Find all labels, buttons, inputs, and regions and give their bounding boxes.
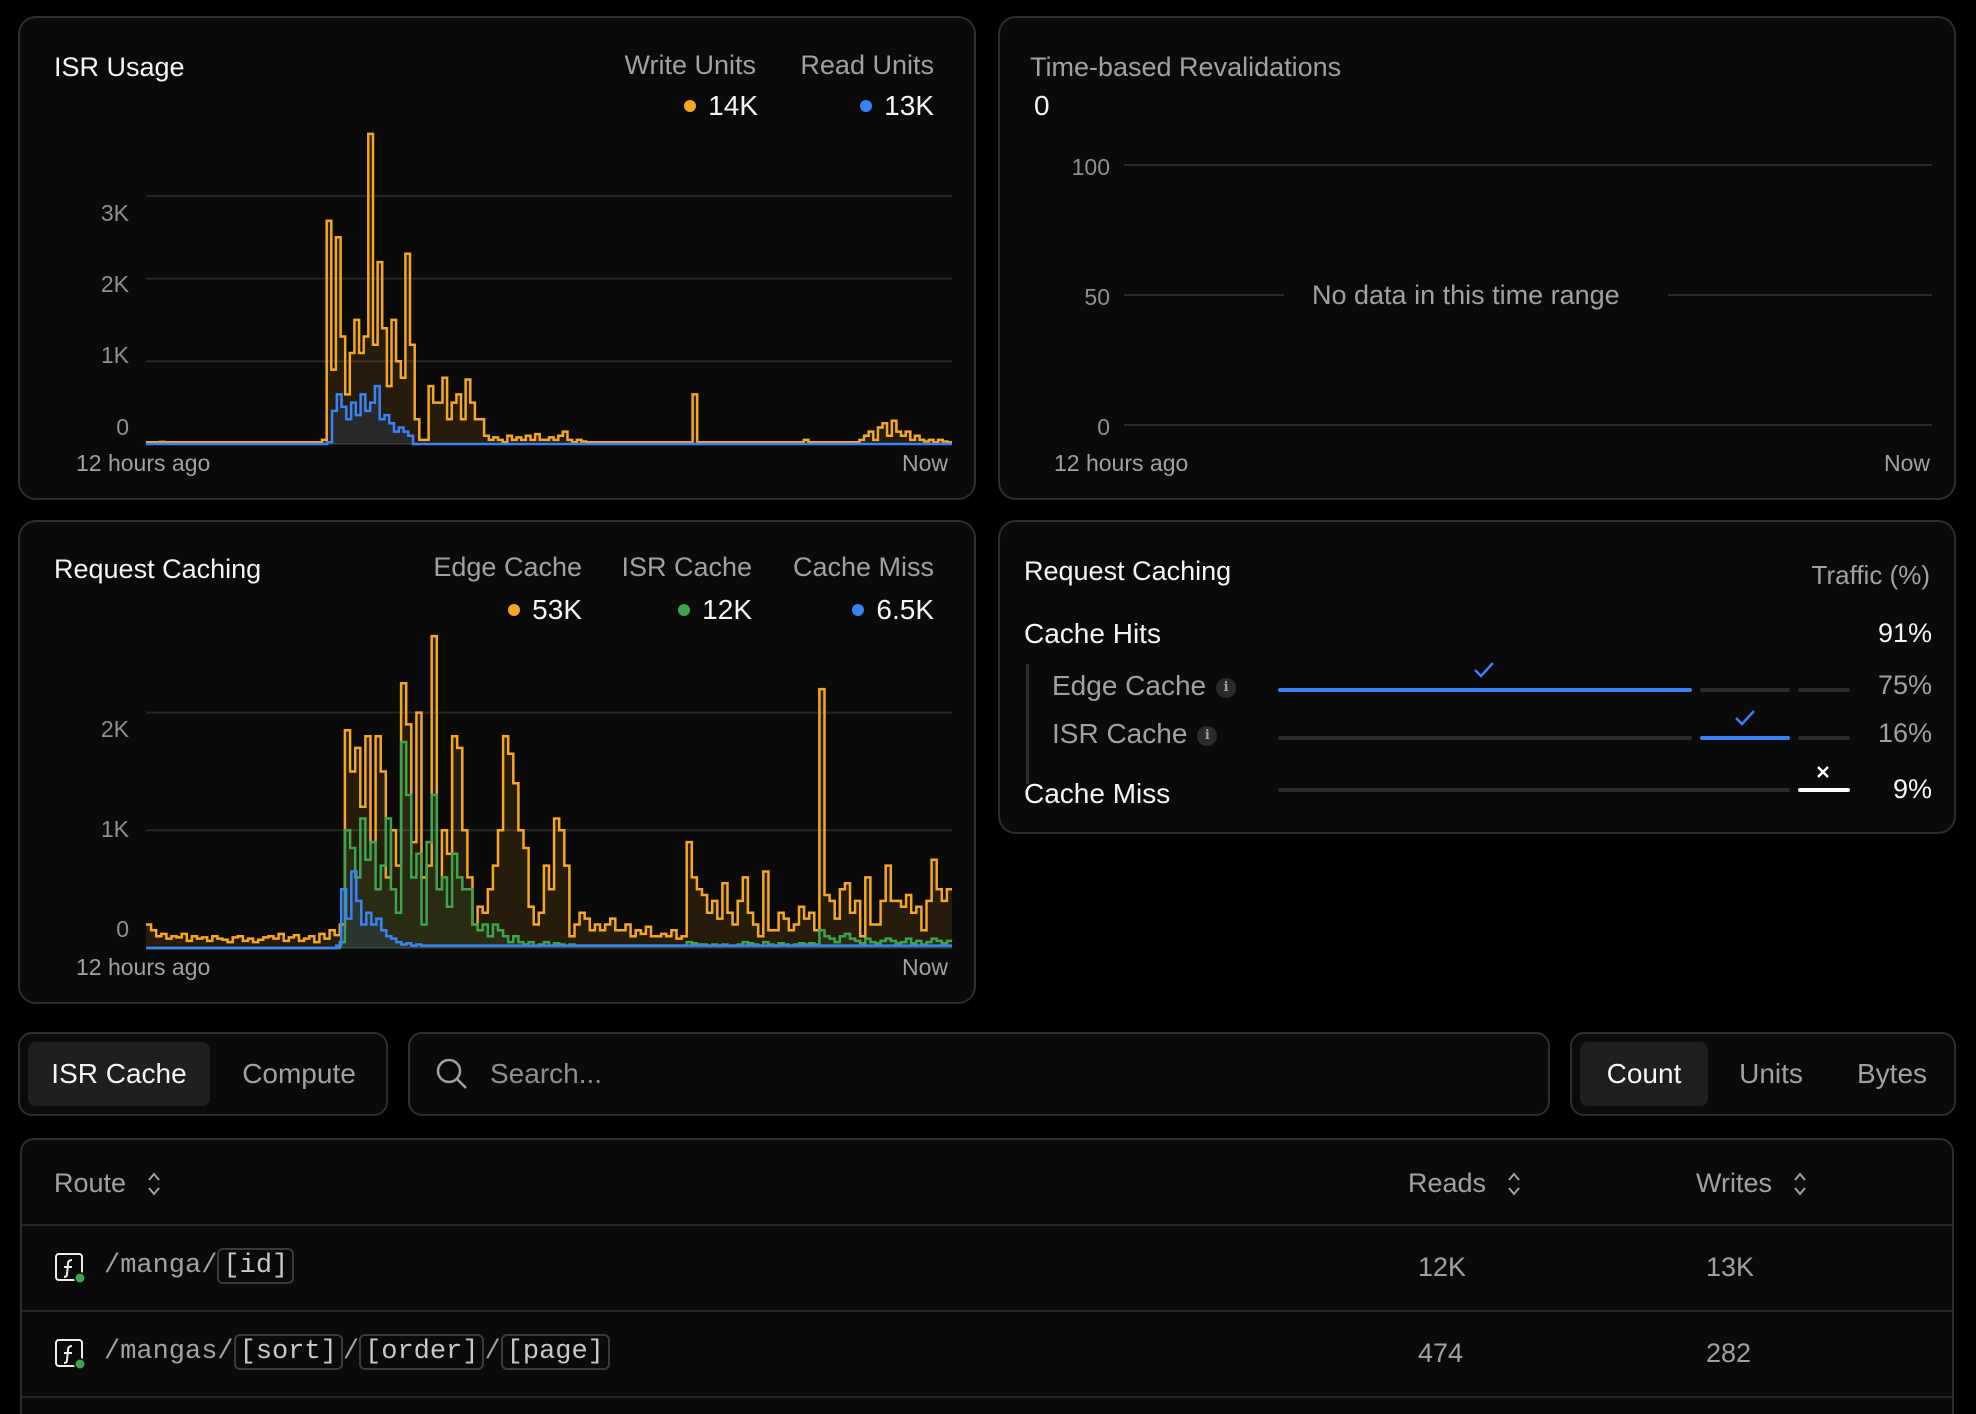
x-label-start: 12 hours ago	[1054, 450, 1189, 476]
table-row[interactable]: /mangas/ [sort] / [order] / [page] 474 2…	[22, 1312, 1952, 1396]
traffic-column-label: Traffic (%)	[1811, 560, 1930, 590]
search-input[interactable]	[490, 1034, 1290, 1114]
legend-cache-miss-label: Cache Miss	[792, 552, 934, 582]
info-icon[interactable]: i	[1197, 725, 1218, 746]
series-area-write-units	[146, 133, 952, 444]
x-label-end: Now	[901, 954, 948, 980]
cache-miss-dot-icon	[852, 604, 865, 616]
column-header-reads[interactable]: Reads	[1408, 1168, 1522, 1199]
x-label-end: Now	[1883, 450, 1930, 476]
series-area-read-units	[146, 386, 952, 444]
info-icon[interactable]: i	[1216, 677, 1237, 698]
grid-line-bottom	[1124, 424, 1932, 426]
x-label-start: 12 hours ago	[76, 954, 211, 980]
legend-isr-cache-label: ISR Cache	[621, 552, 752, 582]
empty-state-text: No data in this time range	[1312, 280, 1620, 310]
tab-isr-cache[interactable]: ISR Cache	[28, 1042, 210, 1106]
y-tick-0: 0	[116, 916, 129, 942]
isr-usage-card: ISR Usage Write Units 14K Read Units 13K…	[18, 16, 976, 500]
function-icon	[55, 1339, 86, 1370]
isr-usage-chart	[146, 132, 952, 446]
column-header-writes[interactable]: Writes	[1696, 1168, 1808, 1199]
isr-cache-pct: 16%	[1877, 718, 1932, 748]
grid-line-top	[1124, 164, 1932, 166]
metric-toggle: Count Units Bytes	[1570, 1032, 1956, 1116]
cache-hits-pct: 91%	[1877, 618, 1932, 648]
cache-miss-bar	[1798, 788, 1850, 792]
legend-edge-cache-label: Edge Cache	[433, 552, 582, 582]
search-icon	[436, 1058, 467, 1089]
x-label-end: Now	[901, 450, 948, 476]
sort-icon[interactable]	[1506, 1170, 1522, 1198]
column-header-route[interactable]: Route	[54, 1168, 162, 1199]
writes-cell: 282	[1706, 1338, 1752, 1368]
edge-cache-track-a	[1700, 688, 1790, 692]
row-divider	[22, 1396, 1952, 1398]
y-tick-1k: 1K	[100, 816, 129, 842]
isr-cache-track-a	[1278, 736, 1692, 740]
route-path[interactable]: /mangas/ [sort] / [order] / [page]	[104, 1334, 610, 1370]
request-caching-chart	[146, 634, 952, 950]
revalidations-title: Time-based Revalidations	[1030, 52, 1342, 82]
revalidations-card: Time-based Revalidations 0 100 50 0 No d…	[998, 16, 1956, 500]
cache-miss-pct: 9%	[1892, 774, 1932, 804]
function-icon	[55, 1253, 86, 1284]
edge-cache-label[interactable]: Edge Cache i	[1052, 670, 1237, 702]
isr-usage-title: ISR Usage	[54, 52, 185, 82]
y-tick-100: 100	[1071, 154, 1110, 180]
y-tick-3k: 3K	[100, 200, 129, 226]
request-caching-breakdown-card: Request Caching Traffic (%) Cache Hits 9…	[998, 520, 1956, 834]
tab-units[interactable]: Units	[1716, 1042, 1826, 1106]
isr-cache-check-icon	[1735, 710, 1755, 726]
series-line-read-units	[146, 384, 952, 446]
cache-miss-track	[1278, 788, 1790, 792]
route-path[interactable]: /manga/ [id]	[104, 1248, 295, 1284]
revalidations-value: 0	[1034, 90, 1050, 121]
tab-bytes[interactable]: Bytes	[1834, 1042, 1950, 1106]
cache-miss-label: Cache Miss	[1024, 778, 1171, 809]
routes-table: Route Reads Writes /manga/ [id] 12K 13K …	[20, 1138, 1954, 1414]
edge-cache-track-b	[1798, 688, 1850, 692]
search-box[interactable]	[408, 1032, 1550, 1116]
x-label-start: 12 hours ago	[76, 450, 211, 476]
series-line-write-units	[146, 132, 952, 444]
writes-cell: 13K	[1706, 1252, 1755, 1282]
table-row[interactable]: /manga/ [id] 12K 13K	[22, 1226, 1952, 1310]
edge-cache-bar	[1278, 688, 1692, 692]
edge-cache-dot-icon	[508, 604, 521, 616]
edge-cache-check-icon	[1474, 662, 1494, 678]
edge-cache-pct: 75%	[1877, 670, 1932, 700]
legend-read-units-label: Read Units	[800, 50, 934, 80]
legend-write-units-label: Write Units	[624, 50, 756, 80]
y-tick-0: 0	[1097, 414, 1110, 440]
tab-compute[interactable]: Compute	[218, 1042, 380, 1106]
isr-cache-track-b	[1798, 736, 1850, 740]
isr-cache-dot-icon	[678, 604, 691, 616]
grid-line-mid-left	[1124, 294, 1284, 296]
reads-cell: 474	[1418, 1338, 1464, 1368]
hits-group-rail	[1026, 664, 1029, 784]
sort-icon[interactable]	[1792, 1170, 1808, 1198]
cache-hits-label: Cache Hits	[1024, 618, 1161, 649]
y-tick-0: 0	[116, 414, 129, 440]
sort-icon[interactable]	[146, 1170, 162, 1198]
read-units-dot-icon	[860, 100, 873, 112]
tab-count[interactable]: Count	[1580, 1042, 1708, 1106]
reads-cell: 12K	[1418, 1252, 1467, 1282]
y-tick-50: 50	[1084, 284, 1110, 310]
grid-line-mid-right	[1668, 294, 1932, 296]
source-toggle: ISR Cache Compute	[18, 1032, 388, 1116]
isr-cache-label[interactable]: ISR Cache i	[1052, 718, 1218, 750]
write-units-dot-icon	[684, 100, 697, 112]
request-caching-title: Request Caching	[54, 554, 262, 584]
y-tick-2k: 2K	[100, 716, 129, 742]
cache-miss-x-icon	[1817, 766, 1829, 778]
isr-cache-bar	[1700, 736, 1790, 740]
y-tick-2k: 2K	[100, 271, 129, 297]
y-tick-1k: 1K	[100, 342, 129, 368]
breakdown-title: Request Caching	[1024, 556, 1232, 586]
request-caching-chart-card: Request Caching Edge Cache 53K ISR Cache…	[18, 520, 976, 1004]
